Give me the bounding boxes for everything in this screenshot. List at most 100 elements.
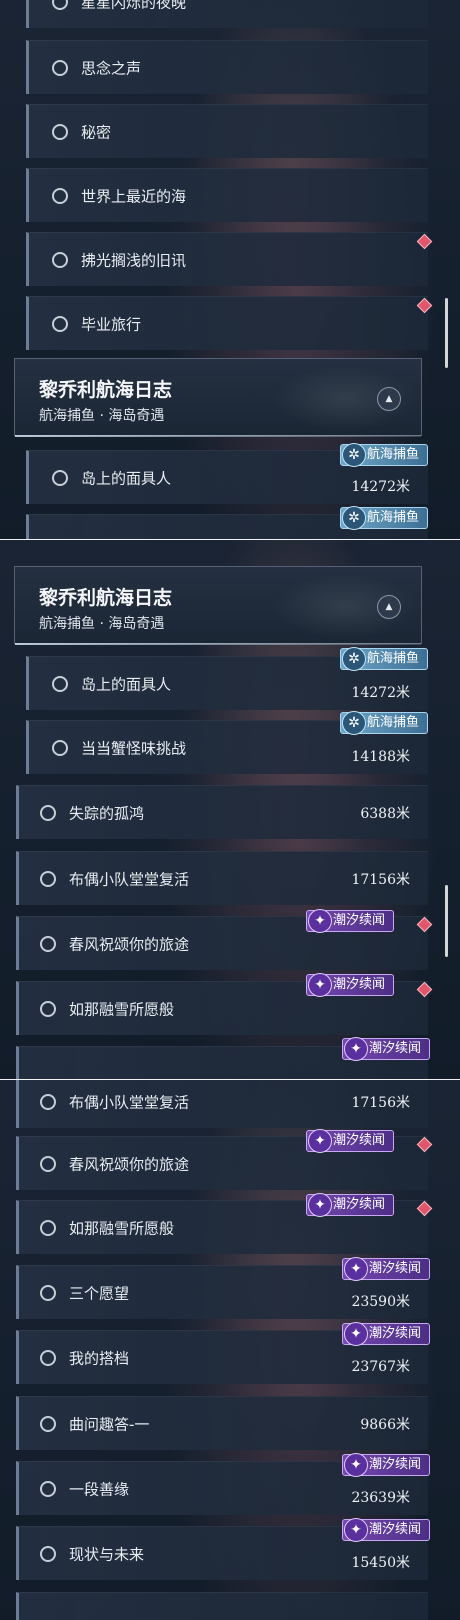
- group-title: 黎乔利航海日志: [39, 587, 173, 609]
- tag-label: 潮汐续闻: [369, 1457, 422, 1472]
- quest-name: 岛上的面具人: [81, 469, 172, 487]
- quest-name: 曲问趣答-一: [69, 1415, 150, 1433]
- radio-icon: [52, 675, 68, 692]
- tag-label: 潮汐续闻: [369, 1522, 422, 1537]
- quest-distance: 15450米: [351, 1555, 410, 1571]
- tag-label: 潮汐续闻: [333, 1197, 386, 1212]
- radio-icon: [40, 804, 56, 821]
- quest-name: 思念之声: [81, 59, 142, 77]
- chevron-up-icon[interactable]: ▲: [377, 387, 401, 411]
- quest-distance: 23639米: [351, 1490, 410, 1506]
- quest-distance: 23590米: [351, 1294, 410, 1310]
- radio-icon: [40, 1000, 56, 1017]
- fishing-wheel-icon: ✲: [342, 443, 366, 467]
- quest-distance: 14272米: [351, 479, 410, 495]
- quest-list-panel-2: 黎乔利航海日志 航海捕鱼 · 海岛奇遇 ▲ 岛上的面具人 14272米 ✲ 航海…: [0, 540, 460, 1080]
- quest-distance: 9866米: [360, 1417, 410, 1433]
- quest-name: 如那融雪所愿般: [69, 1219, 175, 1237]
- quest-name: 世界上最近的海: [81, 187, 187, 205]
- tag-label: 潮汐续闻: [369, 1041, 422, 1056]
- quest-name: 布偶小队堂堂复活: [69, 1093, 190, 1111]
- quest-row[interactable]: 星星闪烁的夜晚: [26, 0, 428, 28]
- quest-name: 现状与未来: [69, 1545, 145, 1563]
- quest-row[interactable]: 毕业旅行: [26, 296, 433, 350]
- radio-icon: [40, 1545, 56, 1562]
- quest-row[interactable]: 世界上最近的海: [26, 168, 428, 222]
- radio-icon: [40, 1415, 56, 1432]
- quest-distance: 6388米: [360, 806, 410, 822]
- fishing-wheel-icon: ✲: [342, 506, 366, 530]
- tag-label: 航海捕鱼: [367, 447, 420, 462]
- red-diamond-icon: [416, 981, 433, 998]
- quest-row[interactable]: 拂光搁浅的旧讯: [26, 232, 433, 286]
- scrollbar[interactable]: [445, 298, 448, 368]
- quest-name: 秘密: [81, 123, 112, 141]
- radio-icon: [40, 1093, 56, 1110]
- tide-sequel-tag: ✦ 潮汐续闻: [342, 1257, 431, 1281]
- quest-name: 岛上的面具人: [81, 675, 172, 693]
- red-diamond-icon: [416, 1200, 433, 1217]
- red-diamond-icon: [416, 297, 433, 314]
- tide-feather-icon: ✦: [344, 1037, 368, 1061]
- radio-icon: [52, 469, 68, 486]
- quest-row[interactable]: 曲问趣答-一 9866米: [16, 1396, 428, 1450]
- tide-feather-icon: ✦: [308, 1129, 332, 1153]
- quest-distance: 23767米: [351, 1359, 410, 1375]
- tag-label: 潮汐续闻: [369, 1326, 422, 1341]
- quest-row[interactable]: 布偶小队堂堂复活 17156米: [16, 851, 428, 905]
- fishing-wheel-icon: ✲: [342, 647, 366, 671]
- quest-name: 我的搭档: [69, 1349, 130, 1367]
- chevron-up-icon[interactable]: ▲: [377, 595, 401, 619]
- tide-sequel-tag: ✦ 潮汐续闻: [306, 1193, 395, 1217]
- radio-icon: [52, 123, 68, 140]
- tag-label: 潮汐续闻: [333, 1133, 386, 1148]
- tide-sequel-tag: ✦ 潮汐续闻: [342, 1453, 431, 1477]
- radio-icon: [52, 315, 68, 332]
- quest-row[interactable]: 思念之声: [26, 40, 428, 94]
- quest-name: 一段善缘: [69, 1480, 130, 1498]
- quest-row[interactable]: [16, 1592, 428, 1620]
- tag-label: 航海捕鱼: [367, 715, 420, 730]
- tide-feather-icon: ✦: [344, 1257, 368, 1281]
- quest-name: 如那融雪所愿般: [69, 1000, 175, 1018]
- tide-feather-icon: ✦: [308, 973, 332, 997]
- quest-row[interactable]: 布偶小队堂堂复活 17156米: [16, 1080, 428, 1128]
- sail-fishing-tag: ✲ 航海捕鱼: [340, 443, 429, 467]
- tide-sequel-tag: ✦ 潮汐续闻: [342, 1518, 431, 1542]
- radio-icon: [40, 1284, 56, 1301]
- tide-feather-icon: ✦: [308, 909, 332, 933]
- quest-group-header[interactable]: 黎乔利航海日志 航海捕鱼 · 海岛奇遇 ▲: [14, 358, 422, 437]
- radio-icon: [40, 1219, 56, 1236]
- sail-fishing-tag: ✲ 航海捕鱼: [340, 647, 429, 671]
- tide-feather-icon: ✦: [344, 1453, 368, 1477]
- quest-distance: 17156米: [351, 1095, 410, 1111]
- tide-feather-icon: ✦: [308, 1193, 332, 1217]
- sail-fishing-tag: ✲ 航海捕鱼: [340, 711, 429, 735]
- quest-name: 毕业旅行: [81, 315, 142, 333]
- tag-label: 航海捕鱼: [367, 510, 420, 525]
- quest-name: 当当蟹怪味挑战: [81, 739, 187, 757]
- tide-sequel-tag: ✦ 潮汐续闻: [306, 973, 395, 997]
- fishing-wheel-icon: ✲: [342, 711, 366, 735]
- tag-label: 潮汐续闻: [333, 977, 386, 992]
- tide-sequel-tag: ✦ 潮汐续闻: [306, 1129, 395, 1153]
- quest-name: 布偶小队堂堂复活: [69, 870, 190, 888]
- quest-distance: 14272米: [351, 685, 410, 701]
- group-title: 黎乔利航海日志: [39, 379, 173, 401]
- tag-label: 潮汐续闻: [333, 913, 386, 928]
- scrollbar[interactable]: [445, 885, 448, 957]
- quest-name: 星星闪烁的夜晚: [81, 0, 187, 11]
- quest-name: 拂光搁浅的旧讯: [81, 251, 187, 269]
- radio-icon: [40, 870, 56, 887]
- quest-name: 三个愿望: [69, 1284, 130, 1302]
- quest-distance: 14188米: [351, 749, 410, 765]
- quest-row[interactable]: 失踪的孤鸿 6388米: [16, 785, 428, 839]
- radio-icon: [40, 935, 56, 952]
- quest-name: 春风祝颂你的旅途: [69, 1155, 190, 1173]
- quest-row[interactable]: 秘密: [26, 104, 428, 158]
- group-subtitle: 航海捕鱼 · 海岛奇遇: [39, 616, 165, 632]
- quest-group-header[interactable]: 黎乔利航海日志 航海捕鱼 · 海岛奇遇 ▲: [14, 566, 422, 645]
- quest-name: 春风祝颂你的旅途: [69, 935, 190, 953]
- red-diamond-icon: [416, 916, 433, 933]
- tide-feather-icon: ✦: [344, 1518, 368, 1542]
